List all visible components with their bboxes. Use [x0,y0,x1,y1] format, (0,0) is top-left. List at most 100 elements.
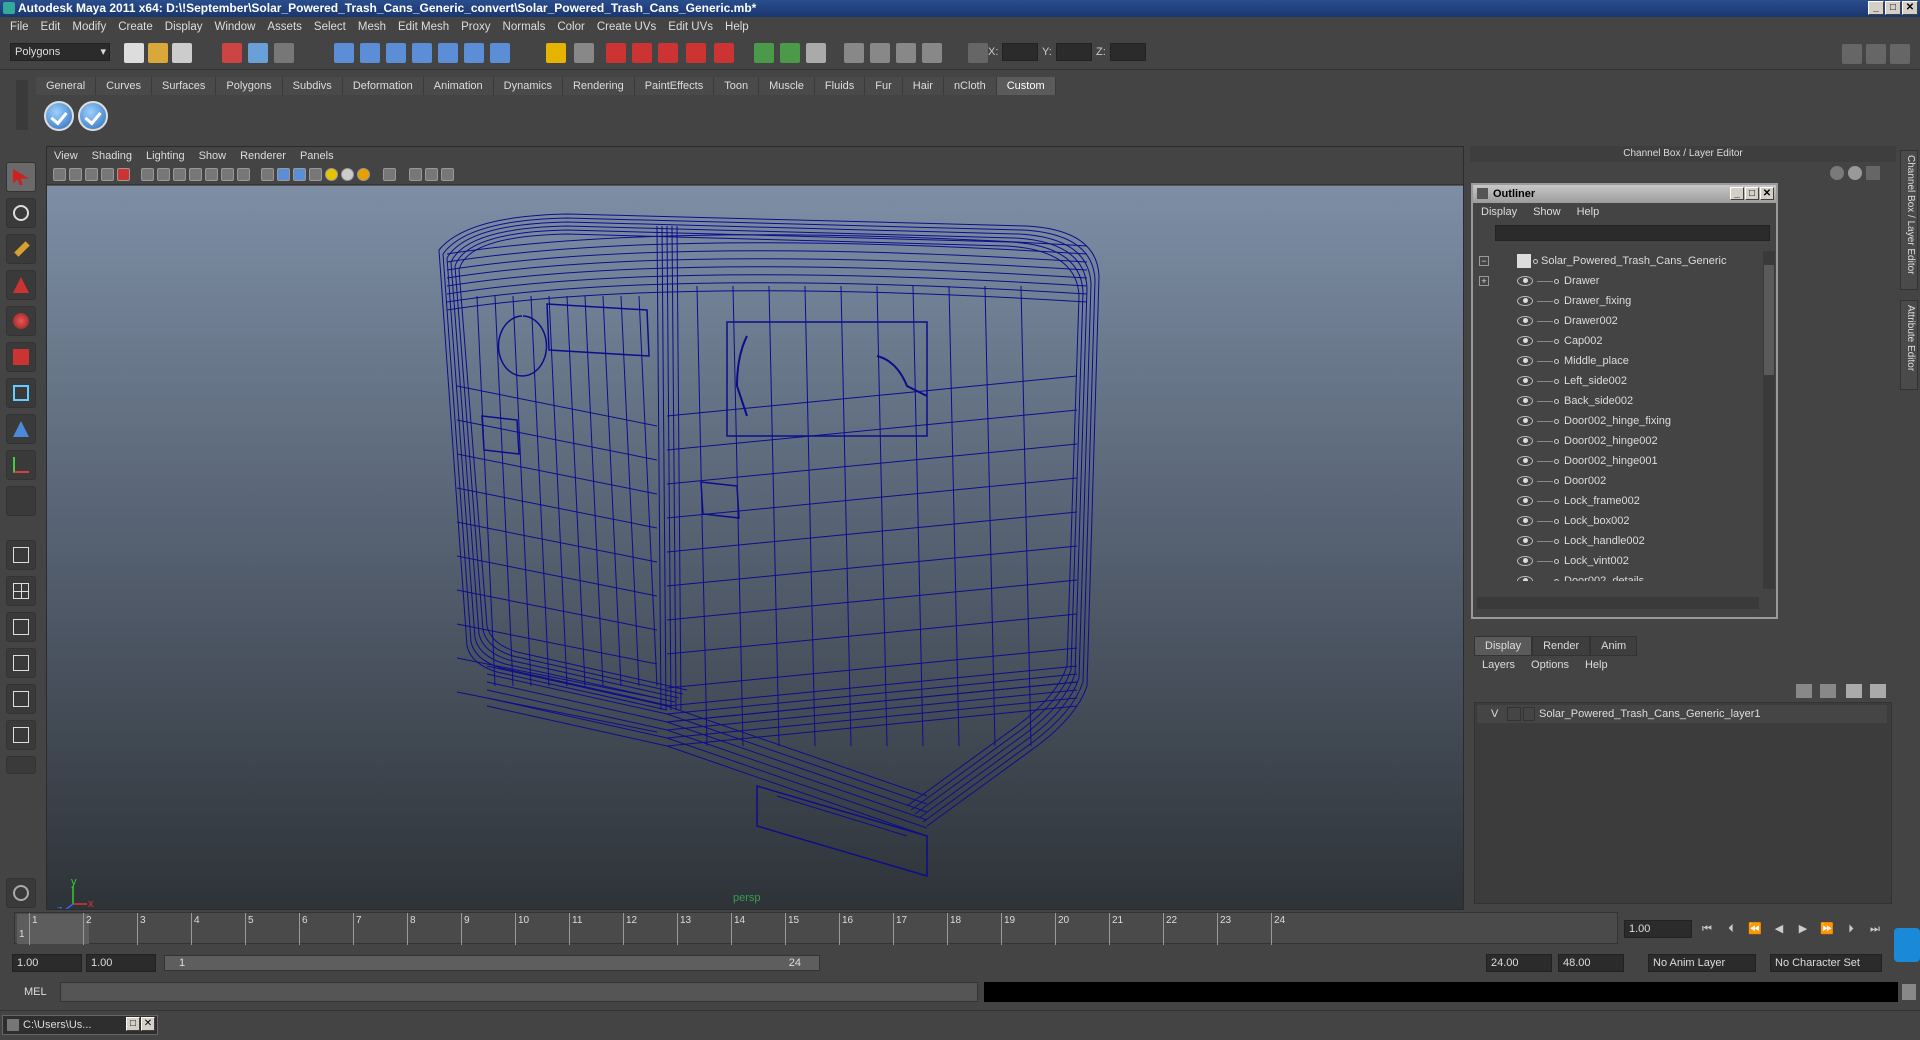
snap-curve-icon[interactable] [360,43,380,63]
checkmark-shelf-icon[interactable] [44,101,74,131]
hud-icon[interactable] [441,168,454,181]
step-forward-key-icon[interactable]: ⏩ [1818,920,1836,938]
render-view-icon[interactable] [714,43,734,63]
end-time-field[interactable]: 48.00 [1558,954,1624,972]
menu-edit-mesh[interactable]: Edit Mesh [392,21,455,33]
outliner-layout-icon[interactable] [6,612,36,642]
side-tab-channel-box[interactable]: Channel Box / Layer Editor [1900,150,1918,290]
scale-tool-icon[interactable] [6,342,36,372]
menu-edit-uvs[interactable]: Edit UVs [662,21,719,33]
xray-icon[interactable] [409,168,422,181]
play-forward-icon[interactable]: ▶ [1794,920,1812,938]
history-icon[interactable] [464,43,484,63]
smooth-shade-icon[interactable] [277,168,290,181]
shelf-tab-toon[interactable]: Toon [714,77,760,95]
shelf-tab-animation[interactable]: Animation [423,77,494,95]
outliner-item-root[interactable]: − Solar_Powered_Trash_Cans_Generic [1477,251,1765,271]
textured-icon[interactable] [309,168,322,181]
new-scene-icon[interactable] [124,43,144,63]
brush-icon[interactable] [1866,166,1880,180]
outliner-item[interactable]: Door002_hinge002 [1477,431,1765,451]
step-forward-frame-icon[interactable]: ⏵ [1842,920,1860,938]
select-hierarchy-icon[interactable] [222,43,242,63]
start-time-field[interactable]: 1.00 [12,954,82,972]
grid-icon[interactable] [141,168,154,181]
graph-layout-icon[interactable] [6,648,36,678]
film-gate-icon[interactable] [157,168,170,181]
render-globe-icon[interactable] [896,43,916,63]
more-layouts-icon[interactable] [6,756,36,774]
menu-window[interactable]: Window [208,21,261,33]
outliner-item[interactable]: Drawer_fixing [1477,291,1765,311]
layer-color-swatch[interactable] [1523,707,1535,721]
playback-start-field[interactable]: 1.00 [86,954,156,972]
layer-menu-layers[interactable]: Layers [1474,656,1523,674]
channel-icon[interactable] [1830,166,1844,180]
shelf-tab-fluids[interactable]: Fluids [814,77,866,95]
new-layer-icon[interactable] [1796,684,1812,698]
safe-action-icon[interactable] [221,168,234,181]
shelf-tab-curves[interactable]: Curves [96,77,152,95]
outliner-filter-input[interactable] [1495,225,1770,241]
anim-layout-icon[interactable] [6,720,36,750]
outliner-horizontal-scrollbar[interactable] [1477,597,1759,609]
vp-menu-lighting[interactable]: Lighting [139,147,192,165]
layer-tab-render[interactable]: Render [1532,636,1591,656]
vp-menu-shading[interactable]: Shading [85,147,139,165]
minimize-button[interactable]: _ [1868,1,1884,15]
command-language-label[interactable]: MEL [24,986,47,998]
lasso-tool-icon[interactable] [6,198,36,228]
time-slider[interactable]: 1 1 2 3 4 5 6 7 8 9 10 11 12 13 14 15 16 17 18 19 20 21 22 23 2… [14,912,1618,945]
shelf-tab-deformation[interactable]: Deformation [342,77,424,95]
play-backward-icon[interactable]: ◀ [1770,920,1788,938]
taskbar-item[interactable]: C:\Users\Us... □ ✕ [2,1015,158,1035]
layer-type-toggle[interactable] [1507,707,1521,721]
z-field[interactable] [1110,43,1146,61]
command-input[interactable] [60,982,978,1002]
go-to-start-icon[interactable]: ⏮ [1698,920,1716,938]
shelf-tab-custom[interactable]: Custom [996,77,1056,95]
menu-display[interactable]: Display [159,21,209,33]
paint-select-icon[interactable] [6,234,36,264]
camera-attributes-icon[interactable] [69,168,82,181]
four-layout-icon[interactable] [6,576,36,606]
shelf-menu-icon[interactable] [16,80,28,130]
layer-tab-anim[interactable]: Anim [1590,636,1638,656]
layer-menu-help[interactable]: Help [1577,656,1616,674]
last-tool-icon[interactable] [6,486,36,516]
select-component-icon[interactable] [274,43,294,63]
menu-assets[interactable]: Assets [261,21,308,33]
hypershade-layout-icon[interactable] [6,684,36,714]
menu-file[interactable]: File [4,21,35,33]
menu-edit[interactable]: Edit [35,21,67,33]
step-back-key-icon[interactable]: ⏪ [1746,920,1764,938]
rotate-tool-icon[interactable] [6,306,36,336]
lock-icon[interactable] [546,43,566,63]
outliner-item[interactable]: Back_side002 [1477,391,1765,411]
outliner-item[interactable]: Lock_frame002 [1477,491,1765,511]
isolate-select-icon[interactable] [383,168,396,181]
layer-row[interactable]: V Solar_Powered_Trash_Cans_Generic_layer… [1477,705,1887,723]
range-slider[interactable]: 1 24 [164,955,820,971]
snap-plane-icon[interactable] [412,43,432,63]
shelf-tab-hair[interactable]: Hair [902,77,944,95]
soft-mod-icon[interactable] [6,414,36,444]
shelf-tab-surfaces[interactable]: Surfaces [151,77,217,95]
shelf-tab-painteffects[interactable]: PaintEffects [634,77,715,95]
shelf-tab-dynamics[interactable]: Dynamics [493,77,563,95]
render-settings-icon[interactable] [658,43,678,63]
shadows-icon[interactable] [357,168,370,181]
taskbar-restore-button[interactable]: □ [126,1017,140,1031]
graph-icon[interactable] [870,43,890,63]
menu-mesh[interactable]: Mesh [352,21,392,33]
viewport-canvas[interactable]: persp y x z [47,186,1463,909]
move-up-layer-icon[interactable] [1846,684,1862,698]
menu-set-dropdown[interactable]: Polygons ▾ [10,43,110,61]
outliner-item[interactable]: + Drawer [1477,271,1765,291]
outliner-menu-display[interactable]: Display [1473,203,1525,221]
outliner-menu-help[interactable]: Help [1569,203,1608,221]
menu-select[interactable]: Select [308,21,352,33]
outliner-vertical-scrollbar[interactable] [1763,251,1775,589]
outliner-item[interactable]: Door002_hinge_fixing [1477,411,1765,431]
character-set-dropdown[interactable]: No Character Set [1770,954,1882,972]
